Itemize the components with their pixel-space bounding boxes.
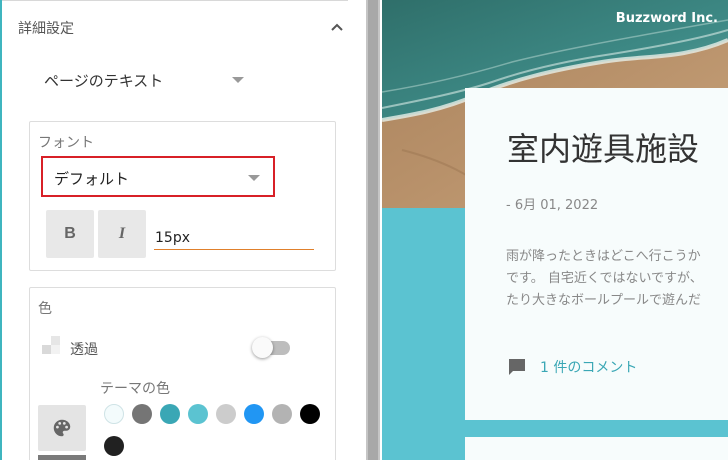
post-body-line: たり大きなボールプールで遊んだ (506, 293, 702, 308)
comment-link[interactable]: 1 件のコメント (540, 357, 637, 377)
font-family-value: デフォルト (54, 170, 130, 188)
color-swatch[interactable] (216, 404, 236, 424)
dropdown-caret-icon[interactable] (232, 77, 244, 83)
color-swatch[interactable] (244, 404, 264, 424)
bold-button[interactable]: B (46, 210, 94, 258)
color-swatch[interactable] (272, 404, 292, 424)
font-family-select[interactable]: デフォルト (41, 156, 275, 197)
comment-icon[interactable] (507, 357, 527, 377)
chevron-up-icon[interactable] (330, 20, 344, 34)
color-swatch[interactable] (300, 404, 320, 424)
post-date: - 6月 01, 2022 (506, 198, 599, 213)
page-text-select[interactable]: ページのテキスト (44, 70, 163, 91)
post-body-line: 雨が降ったときはどこへ行こうか (506, 249, 701, 264)
post-title[interactable]: 室内遊具施設 (507, 124, 699, 170)
palette-button[interactable] (38, 405, 86, 451)
next-post-card (465, 437, 728, 460)
panel-accent-edge (0, 0, 2, 460)
post-body: 雨が降ったときはどこへ行こうか です。 自宅近くではないですが、 たり大きなボー… (506, 246, 728, 312)
post-body-line: です。 自宅近くではないですが、 (506, 271, 703, 286)
color-swatch[interactable] (188, 404, 208, 424)
section-title[interactable]: 詳細設定 (18, 18, 74, 38)
color-swatch[interactable] (132, 404, 152, 424)
italic-button[interactable]: I (98, 210, 146, 258)
color-label: 色 (38, 301, 52, 317)
panel-splitter[interactable] (366, 0, 380, 460)
color-swatch[interactable] (160, 404, 180, 424)
brand-name[interactable]: Buzzword Inc. (616, 11, 718, 26)
theme-colors-label: テーマの色 (100, 381, 170, 397)
palette-icon (53, 419, 71, 437)
font-size-input[interactable] (154, 226, 314, 250)
transparency-icon (42, 336, 60, 354)
font-label: フォント (38, 135, 94, 151)
toggle-thumb[interactable] (252, 337, 273, 358)
palette-button-underline (38, 455, 86, 460)
color-swatch[interactable] (104, 436, 124, 456)
splitter-handle[interactable] (368, 0, 378, 460)
transparency-label: 透過 (70, 342, 98, 358)
color-swatch[interactable] (104, 404, 124, 424)
top-divider (0, 0, 348, 1)
dropdown-caret-icon (248, 175, 260, 181)
